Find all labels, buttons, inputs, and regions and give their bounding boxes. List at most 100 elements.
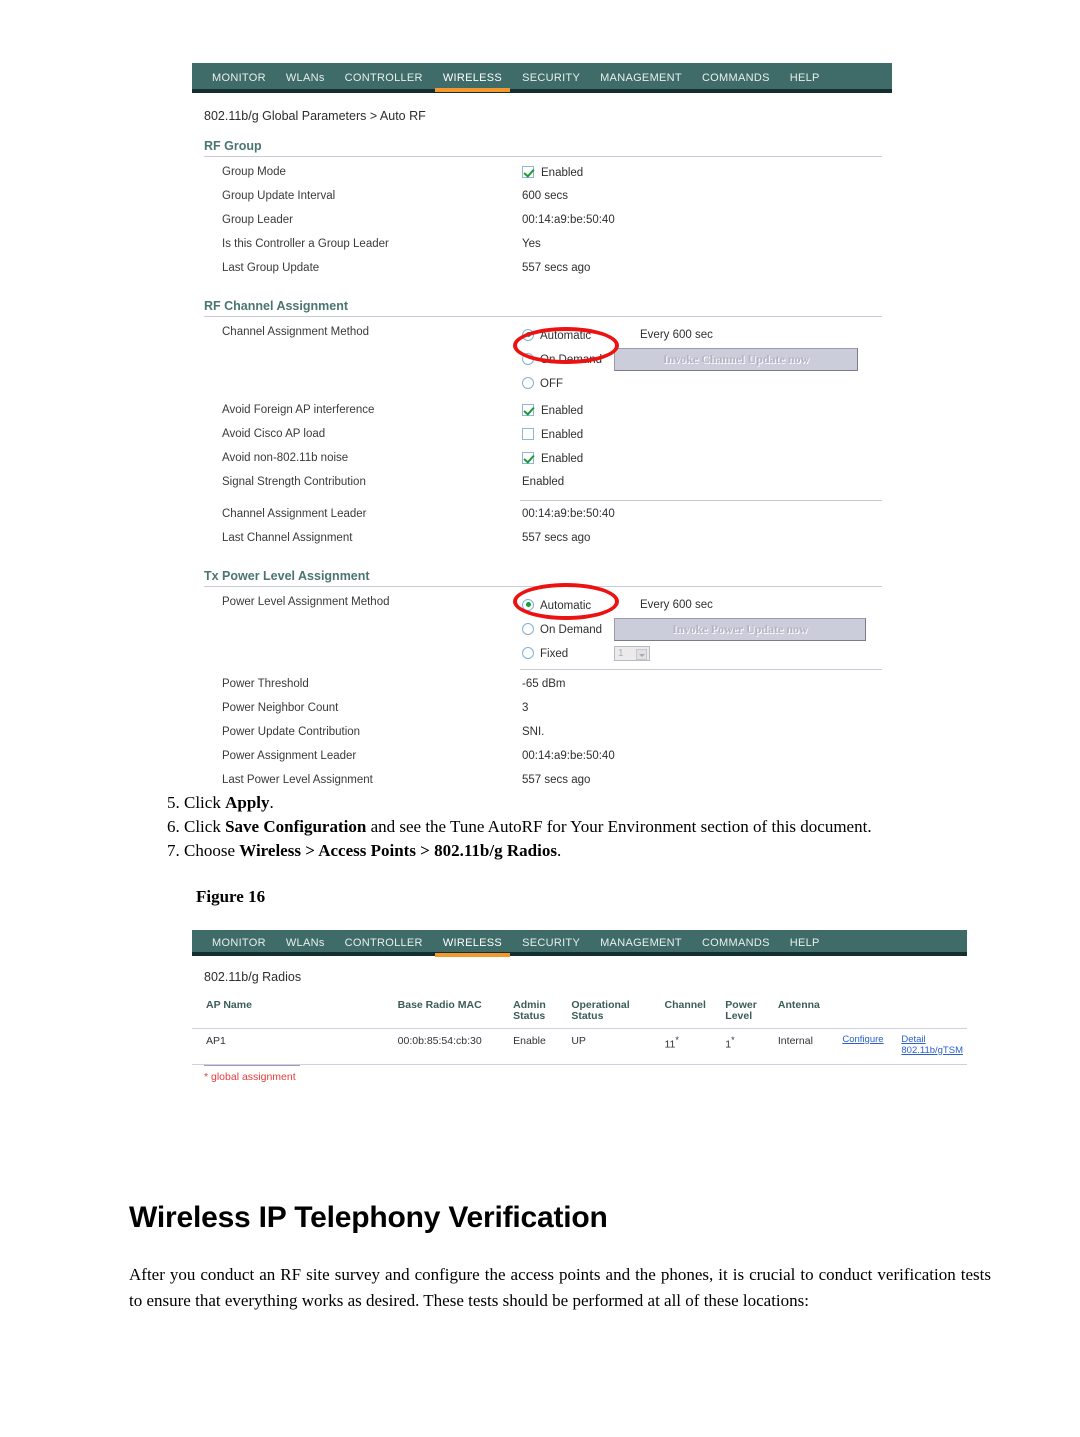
option-label: OFF (540, 377, 563, 390)
radios-table: AP Name Base Radio MAC Admin Status Oper… (192, 998, 967, 1065)
steps-list: 5. Click Apply. 6. Click Save Configurat… (167, 791, 1027, 863)
row-value: -65 dBm (522, 678, 566, 690)
row-signal-strength-contribution: Signal Strength Contribution Enabled (192, 473, 892, 497)
option-label: Automatic (540, 329, 592, 342)
nav2-item-commands[interactable]: COMMANDS (692, 937, 780, 949)
row-power-threshold: Power Threshold -65 dBm (192, 675, 892, 699)
row-power-neighbor-count: Power Neighbor Count 3 (192, 699, 892, 723)
cell-ap-name: AP1 (192, 1028, 394, 1065)
row-label: Avoid Cisco AP load (222, 428, 326, 440)
step-5-prefix: 5. Click (167, 793, 226, 812)
row-value: 600 secs (522, 190, 569, 202)
th-power-level: Power Level (721, 998, 774, 1029)
step-5: 5. Click Apply. (167, 791, 1027, 815)
radio-on-demand[interactable] (522, 352, 534, 365)
row-value: 00:14:a9:be:50:40 (522, 508, 615, 520)
section-title-rf-group: RF Group (204, 139, 262, 153)
option-power-on-demand[interactable]: On Demand Invoke Power Update now (522, 617, 892, 641)
option-label: Automatic (540, 599, 592, 612)
cell-channel: 11* (660, 1028, 722, 1065)
step-7-bold: Wireless > Access Points > 802.11b/g Rad… (239, 841, 557, 861)
row-value: Enabled (522, 449, 892, 465)
nav-item-wlans[interactable]: WLANs (276, 72, 335, 84)
cell-detail-links: Detail 802.11b/gTSM (897, 1028, 967, 1065)
option-automatic-label-wrap: Automatic (522, 328, 614, 342)
option-power-fixed-label-wrap: Fixed (522, 646, 614, 660)
configure-link[interactable]: Configure (842, 1034, 893, 1046)
divider (520, 500, 882, 501)
row-avoid-foreign-ap: Avoid Foreign AP interference Enabled (192, 401, 892, 425)
option-on-demand[interactable]: On Demand Invoke Channel Update now (522, 347, 892, 371)
nav2-item-management[interactable]: MANAGEMENT (590, 937, 692, 949)
invoke-power-update-button[interactable]: Invoke Power Update now (614, 617, 866, 641)
row-avoid-cisco-ap-load: Avoid Cisco AP load Enabled (192, 425, 892, 449)
step-7: 7. Choose Wireless > Access Points > 802… (167, 839, 1027, 863)
radio-automatic[interactable] (522, 328, 534, 341)
step-7-prefix: 7. Choose (167, 841, 240, 861)
nav-item-management[interactable]: MANAGEMENT (590, 72, 692, 84)
option-off[interactable]: OFF (522, 371, 892, 395)
option-off-label-wrap: OFF (522, 376, 614, 390)
nav2-item-monitor[interactable]: MONITOR (202, 937, 276, 949)
row-value: Enabled (522, 476, 565, 488)
th-ap-name: AP Name (192, 998, 394, 1029)
nav-item-security[interactable]: SECURITY (512, 72, 590, 84)
radio-power-on-demand[interactable] (522, 622, 534, 635)
row-label: Power Neighbor Count (222, 702, 339, 714)
cell-configure-link: Configure (838, 1028, 898, 1065)
chevron-down-icon (636, 648, 647, 660)
nav2-item-security[interactable]: SECURITY (512, 937, 590, 949)
row-label: Is this Controller a Group Leader (222, 238, 389, 250)
figure-caption: Figure 16 (196, 887, 266, 906)
row-channel-assignment-leader: Channel Assignment Leader 00:14:a9:be:50… (192, 505, 892, 529)
row-value: Yes (522, 238, 541, 250)
nav-item-controller[interactable]: CONTROLLER (335, 72, 433, 84)
row-label: Last Channel Assignment (222, 532, 353, 544)
option-label: On Demand (540, 353, 603, 366)
radio-off[interactable] (522, 376, 534, 389)
intro-paragraph: After you conduct an RF site survey and … (129, 1265, 991, 1310)
row-label: Power Update Contribution (222, 726, 361, 738)
nav2-item-wlans[interactable]: WLANs (276, 937, 335, 949)
avoid-cisco-ap-load-checkbox[interactable] (522, 428, 534, 440)
option-power-automatic[interactable]: Automatic Every 600 sec (522, 593, 892, 617)
nav-item-monitor[interactable]: MONITOR (202, 72, 276, 84)
nav2-item-help[interactable]: HELP (780, 937, 830, 949)
wlc-nav-bar-2: MONITOR WLANs CONTROLLER WIRELESS SECURI… (192, 930, 967, 957)
th-operational-status: Operational Status (567, 998, 661, 1029)
row-group-update-interval: Group Update Interval 600 secs (192, 187, 892, 211)
row-label: Group Update Interval (222, 190, 336, 202)
row-value: 557 secs ago (522, 262, 591, 274)
option-automatic[interactable]: Automatic Every 600 sec (522, 323, 892, 347)
avoid-noise-checkbox[interactable] (522, 452, 534, 464)
group-mode-checkbox[interactable] (522, 166, 534, 178)
radio-power-fixed[interactable] (522, 646, 534, 659)
fixed-power-level-select[interactable]: 1 (614, 645, 650, 661)
detail-link[interactable]: Detail (901, 1034, 963, 1046)
option-label: Fixed (540, 647, 569, 660)
nav2-item-wireless[interactable]: WIRELESS (433, 937, 512, 957)
step-7-suffix: . (556, 841, 562, 861)
nav2-item-controller[interactable]: CONTROLLER (335, 937, 433, 949)
row-power-level-assignment-method: Power Level Assignment Method Automatic … (192, 593, 892, 665)
rf-group-rows: Group Mode Enabled Group Update Interval… (192, 157, 892, 283)
avoid-foreign-ap-checkbox[interactable] (522, 404, 534, 416)
option-power-fixed[interactable]: Fixed 1 (522, 641, 892, 665)
row-avoid-non-80211b-noise: Avoid non-802.11b noise Enabled (192, 449, 892, 473)
page-heading: Wireless IP Telephony Verification (129, 1201, 608, 1234)
nav-item-wireless[interactable]: WIRELESS (433, 72, 512, 92)
row-value: Enabled (522, 401, 892, 417)
row-label: Group Mode (222, 166, 286, 178)
radio-power-automatic[interactable] (522, 598, 534, 611)
row-power-update-contribution: Power Update Contribution SNI. (192, 723, 892, 747)
row-is-group-leader: Is this Controller a Group Leader Yes (192, 235, 892, 259)
row-value: 3 (522, 702, 529, 714)
th-detail (897, 998, 967, 1029)
tsm-link[interactable]: 802.11b/gTSM (901, 1045, 963, 1057)
invoke-channel-update-button[interactable]: Invoke Channel Update now (614, 347, 858, 371)
step-6: 6. Click Save Configuration and see the … (167, 815, 1027, 839)
th-admin-status: Admin Status (509, 998, 568, 1029)
nav-item-commands[interactable]: COMMANDS (692, 72, 780, 84)
row-value-text: Enabled (541, 167, 584, 179)
nav-item-help[interactable]: HELP (780, 72, 830, 84)
